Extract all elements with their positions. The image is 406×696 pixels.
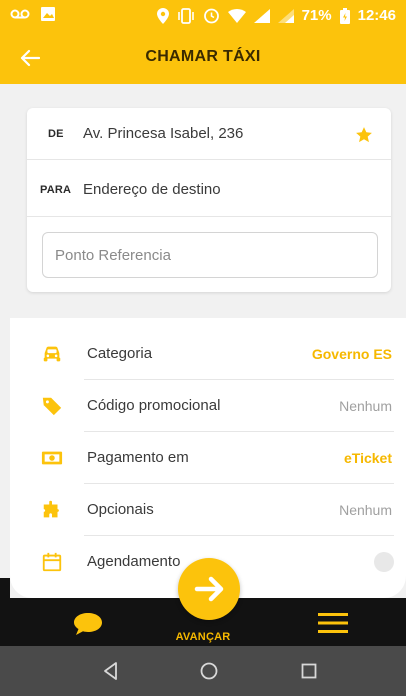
tag-icon <box>42 397 62 416</box>
vibrate-icon <box>177 7 194 24</box>
signal-icon <box>253 8 270 23</box>
reference-point-input[interactable] <box>42 232 378 278</box>
menu-button[interactable] <box>318 613 348 633</box>
option-label: Código promocional <box>87 397 221 414</box>
nav-back-icon[interactable] <box>100 660 122 682</box>
destination-address[interactable]: Endereço de destino <box>83 181 221 198</box>
status-right: 71% 12:46 <box>156 7 396 24</box>
origin-row[interactable]: DE Av. Princesa Isabel, 236 <box>27 108 391 160</box>
option-value: Governo ES <box>311 346 392 362</box>
schedule-toggle[interactable] <box>374 552 394 572</box>
puzzle-icon <box>43 500 59 518</box>
option-value: Nenhum <box>339 502 392 518</box>
clock: 12:46 <box>357 7 396 24</box>
option-value: eTicket <box>344 450 392 466</box>
option-label: Categoria <box>87 345 153 362</box>
bottom-bar-corner <box>0 578 10 600</box>
location-icon <box>156 7 169 24</box>
system-nav-bar <box>0 646 406 696</box>
car-icon <box>43 346 61 362</box>
hamburger-menu-icon <box>318 613 348 633</box>
page-title: CHAMAR TÁXI <box>145 48 261 65</box>
option-label: Opcionais <box>87 501 154 518</box>
money-icon <box>41 451 63 465</box>
battery-icon <box>339 7 350 24</box>
status-bar: 71% 12:46 <box>0 0 406 32</box>
options-list: Categoria Governo ES Código promocional … <box>10 318 406 598</box>
alarm-icon <box>203 8 219 24</box>
battery-percent: 71% <box>301 7 332 24</box>
arrow-right-icon <box>194 576 224 602</box>
destination-row[interactable]: PARA Endereço de destino <box>27 161 391 217</box>
signal-weak-icon <box>277 8 294 23</box>
origin-address[interactable]: Av. Princesa Isabel, 236 <box>83 125 243 142</box>
option-promo-code[interactable]: Código promocional Nenhum <box>10 380 406 432</box>
star-icon[interactable] <box>355 126 373 144</box>
option-category[interactable]: Categoria Governo ES <box>10 328 406 380</box>
option-extras[interactable]: Opcionais Nenhum <box>10 484 406 536</box>
status-left <box>10 6 56 22</box>
app-bar: CHAMAR TÁXI <box>0 32 406 84</box>
option-payment[interactable]: Pagamento em eTicket <box>10 432 406 484</box>
nav-recents-icon[interactable] <box>298 660 320 682</box>
destination-tag: PARA <box>40 184 72 196</box>
advance-button[interactable] <box>178 558 240 620</box>
voicemail-icon <box>10 9 30 19</box>
wifi-icon <box>227 8 246 23</box>
option-value: Nenhum <box>339 398 392 414</box>
option-label: Pagamento em <box>87 449 189 466</box>
address-card: DE Av. Princesa Isabel, 236 PARA Endereç… <box>27 108 391 292</box>
calendar-icon <box>42 552 62 572</box>
option-label: Agendamento <box>87 553 181 570</box>
nav-home-icon[interactable] <box>198 660 220 682</box>
image-icon <box>41 7 55 21</box>
origin-tag: DE <box>48 128 64 140</box>
